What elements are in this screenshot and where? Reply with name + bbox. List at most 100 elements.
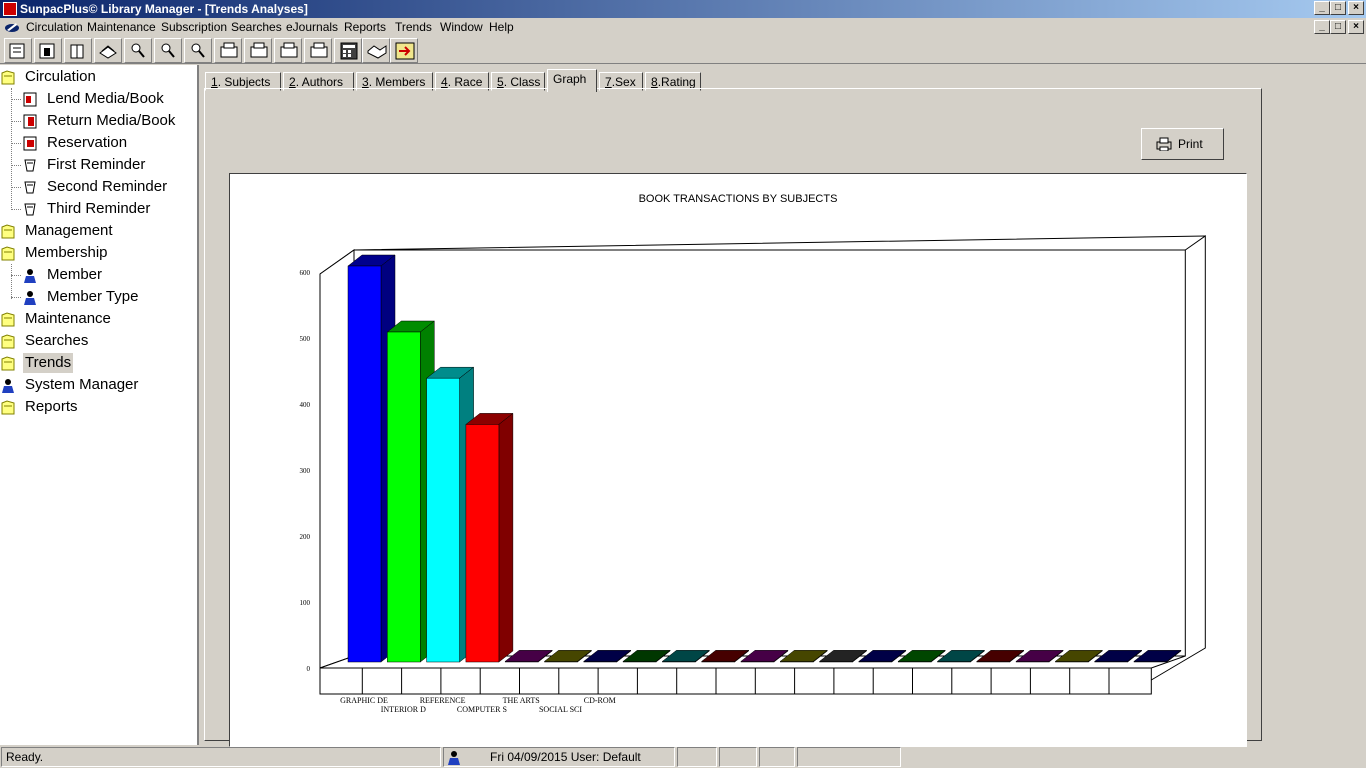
search-icon-2[interactable] <box>154 38 182 63</box>
calculator-icon[interactable] <box>334 38 362 63</box>
tree-connector <box>11 264 12 299</box>
status-panel-empty-4 <box>797 747 901 767</box>
bar <box>701 661 735 663</box>
tree-connector <box>11 143 21 144</box>
menu-reports[interactable]: Reports <box>344 18 386 37</box>
books-icon[interactable] <box>94 38 122 63</box>
exit-icon[interactable] <box>390 38 418 63</box>
close-button[interactable]: × <box>1348 1 1364 15</box>
x-category-label: REFERENCE <box>420 696 466 705</box>
tree-item-label: Lend Media/Book <box>47 90 164 107</box>
person-icon <box>23 290 37 305</box>
status-panel-empty-3 <box>759 747 795 767</box>
tree-item-label: System Manager <box>25 376 139 393</box>
printer-report-icon-2[interactable] <box>244 38 272 63</box>
x-category-label: INTERIOR D <box>381 705 426 714</box>
reminder-icon <box>23 158 37 173</box>
graph-tab-panel: Print BOOK TRANSACTIONS BY SUBJECTS 600 50… <box>204 88 1262 747</box>
reservation-icon[interactable] <box>64 38 92 63</box>
tab-label: .Rating <box>657 75 696 89</box>
bar <box>897 661 932 663</box>
tree-connector <box>11 209 21 210</box>
menu-trends[interactable]: Trends <box>395 18 432 37</box>
handshake-icon[interactable] <box>362 38 390 63</box>
tab-graph[interactable]: Graph <box>547 69 597 92</box>
printer-report-icon-3[interactable] <box>274 38 302 63</box>
search-icon-3[interactable] <box>184 38 212 63</box>
y-tick-label: 400 <box>300 401 311 409</box>
print-button[interactable]: Print <box>1141 128 1224 160</box>
menu-subscription[interactable]: Subscription <box>161 18 227 37</box>
folder-icon <box>1 400 15 415</box>
bar <box>819 661 853 663</box>
menu-help[interactable]: Help <box>489 18 514 37</box>
return-book-icon <box>23 114 37 129</box>
chart-base <box>319 667 1152 695</box>
menu-maintenance[interactable]: Maintenance <box>87 18 156 37</box>
tab-label: . Class <box>503 75 541 89</box>
app-icon <box>3 2 17 16</box>
printer-icon <box>1156 137 1172 151</box>
search-icon[interactable] <box>124 38 152 63</box>
minimize-button[interactable]: _ <box>1314 1 1330 15</box>
trends-analyses-window: 1. Subjects 2. Authors 3. Members 4. Race 5.… <box>201 65 1366 747</box>
tab-label: .Sex <box>611 75 636 89</box>
person-icon <box>1 378 15 393</box>
mdi-restore-button[interactable]: □ <box>1330 20 1346 34</box>
y-tick-label: 100 <box>300 599 311 607</box>
bar <box>1094 661 1128 663</box>
status-panel-empty-1 <box>677 747 717 767</box>
tab-label: . Subjects <box>217 75 271 89</box>
mdi-close-button[interactable]: × <box>1348 20 1364 34</box>
menu-window[interactable]: Window <box>440 18 483 37</box>
folder-icon <box>1 356 15 371</box>
tree-item-label: Reservation <box>47 134 128 151</box>
bar-side <box>498 412 514 663</box>
return-book-icon[interactable] <box>34 38 62 63</box>
status-user-panel: Fri 04/09/2015 User: Default <box>443 747 675 767</box>
bar <box>583 661 618 663</box>
bar <box>858 661 893 663</box>
tree-item-label: Membership <box>25 244 108 261</box>
folder-icon <box>1 70 15 85</box>
user-icon <box>448 751 460 765</box>
tab-key: 5 <box>497 75 504 89</box>
mdi-minimize-button[interactable]: _ <box>1314 20 1330 34</box>
x-category-label: THE ARTS <box>503 696 540 705</box>
tree-item-label: Reports <box>25 398 78 415</box>
bar <box>544 661 578 663</box>
tree-connector <box>11 165 21 166</box>
toolbar <box>0 37 1366 64</box>
tab-key: 2 <box>289 75 296 89</box>
menu-ejournals[interactable]: eJournals <box>286 18 338 37</box>
menu-bar: Circulation Maintenance Subscription Sea… <box>0 18 1366 37</box>
tree-item-label: Return Media/Book <box>47 112 176 129</box>
menu-searches[interactable]: Searches <box>231 18 282 37</box>
lend-book-icon[interactable] <box>4 38 32 63</box>
bar <box>740 661 775 663</box>
tree-connector <box>11 297 21 298</box>
tree-item-label: Searches <box>25 332 89 349</box>
status-bar: Ready. Fri 04/09/2015 User: Default <box>0 746 1366 768</box>
reminder-icon <box>23 180 37 195</box>
tree-item-label: Maintenance <box>25 310 111 327</box>
bar <box>426 377 460 663</box>
menu-circulation[interactable]: Circulation <box>26 18 83 37</box>
title-bar: SunpacPlus© Library Manager - [Trends An… <box>0 0 1366 18</box>
tab-label: . Authors <box>295 75 344 89</box>
folder-icon <box>1 312 15 327</box>
reminder-icon <box>23 202 37 217</box>
bar <box>1015 661 1050 663</box>
printer-report-icon-4[interactable] <box>304 38 332 63</box>
tree-item-label: Member <box>47 266 103 283</box>
folder-icon <box>1 224 15 239</box>
restore-button[interactable]: □ <box>1330 1 1346 15</box>
bar <box>465 424 500 663</box>
navigation-tree: Circulation Lend Media/Book Return Media/B… <box>0 65 199 745</box>
status-datetime-user: Fri 04/09/2015 User: Default <box>490 750 641 764</box>
x-category-label: GRAPHIC DE <box>340 696 388 705</box>
tab-label: Graph <box>553 72 587 86</box>
tree-item-label: Trends <box>23 353 74 373</box>
printer-report-icon-1[interactable] <box>214 38 242 63</box>
x-category-label: SOCIAL SCI <box>539 705 582 714</box>
